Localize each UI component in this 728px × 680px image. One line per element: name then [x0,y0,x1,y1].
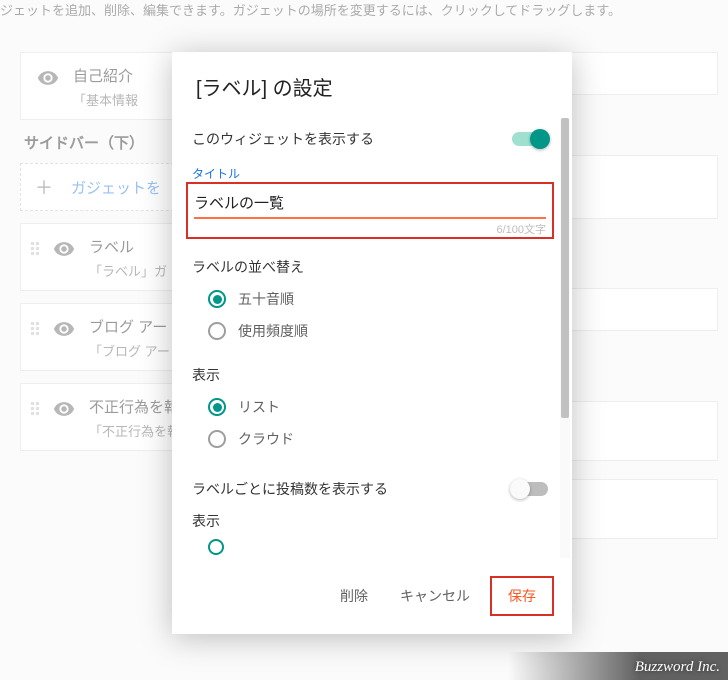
radio-label: 使用頻度順 [238,321,308,341]
delete-button[interactable]: 削除 [328,578,380,614]
show-widget-label: このウィジェットを表示する [192,129,374,149]
post-count-row: ラベルごとに投稿数を表示する [192,469,548,509]
radio-icon [208,322,226,340]
post-count-toggle[interactable] [512,482,548,496]
display-label: 表示 [192,365,548,385]
scrollbar-thumb[interactable] [561,118,569,418]
radio-label: 五十音順 [238,289,294,309]
save-button[interactable]: 保存 [496,578,548,614]
sort-radio-group: 五十音順 使用頻度順 [192,283,548,347]
title-input[interactable] [194,188,546,219]
show-widget-toggle[interactable] [512,132,548,146]
radio-icon [208,430,226,448]
radio-icon [208,290,226,308]
display-option-list[interactable]: リスト [208,391,548,423]
radio-icon [208,539,224,555]
dialog-body: このウィジェットを表示する タイトル 6/100文字 ラベルの並べ替え 五十音順… [172,111,572,562]
label-settings-dialog: [ラベル] の設定 このウィジェットを表示する タイトル 6/100文字 ラベル… [172,52,572,634]
radio-peek [192,539,548,555]
cancel-button[interactable]: キャンセル [388,578,482,614]
title-field-label: タイトル [192,165,548,182]
show-widget-row: このウィジェットを表示する [192,119,548,159]
sort-option-frequency[interactable]: 使用頻度順 [208,315,548,347]
sort-option-alphabetical[interactable]: 五十音順 [208,283,548,315]
title-highlight-box: 6/100文字 [186,182,554,239]
save-highlight-box: 保存 [490,576,554,616]
radio-label: クラウド [238,429,294,449]
display-radio-group: リスト クラウド [192,391,548,455]
dialog-footer: 削除 キャンセル 保存 [172,562,572,634]
radio-label: リスト [238,397,280,417]
dialog-title: [ラベル] の設定 [172,52,572,111]
watermark: Buzzword Inc. [635,659,720,676]
radio-icon [208,398,226,416]
display-option-cloud[interactable]: クラウド [208,423,548,455]
modal-scrollbar[interactable] [560,118,570,558]
char-counter: 6/100文字 [194,221,546,237]
sort-label: ラベルの並べ替え [192,257,548,277]
post-count-label: ラベルごとに投稿数を表示する [192,479,388,499]
display-label-2: 表示 [192,511,548,531]
